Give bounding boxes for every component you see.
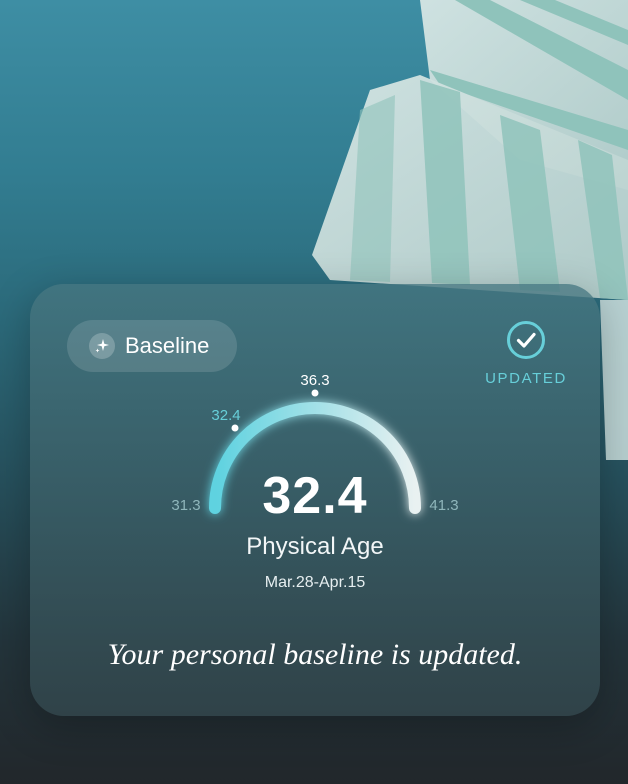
date-range: Mar.28-Apr.15: [264, 574, 366, 591]
gauge-marker-label: 32.4: [211, 407, 240, 424]
baseline-card: Baseline UPDATED 31.3 41.3 36.3 32.4 32.…: [30, 284, 600, 716]
baseline-message: Your personal baseline is updated.: [107, 638, 523, 671]
gauge-mid-dot: [311, 389, 319, 397]
physical-age-title: Physical Age: [246, 533, 384, 560]
gauge-marker-dot: [231, 424, 239, 432]
gauge-mid-label: 36.3: [300, 372, 329, 389]
physical-age-value: 32.4: [262, 467, 368, 525]
